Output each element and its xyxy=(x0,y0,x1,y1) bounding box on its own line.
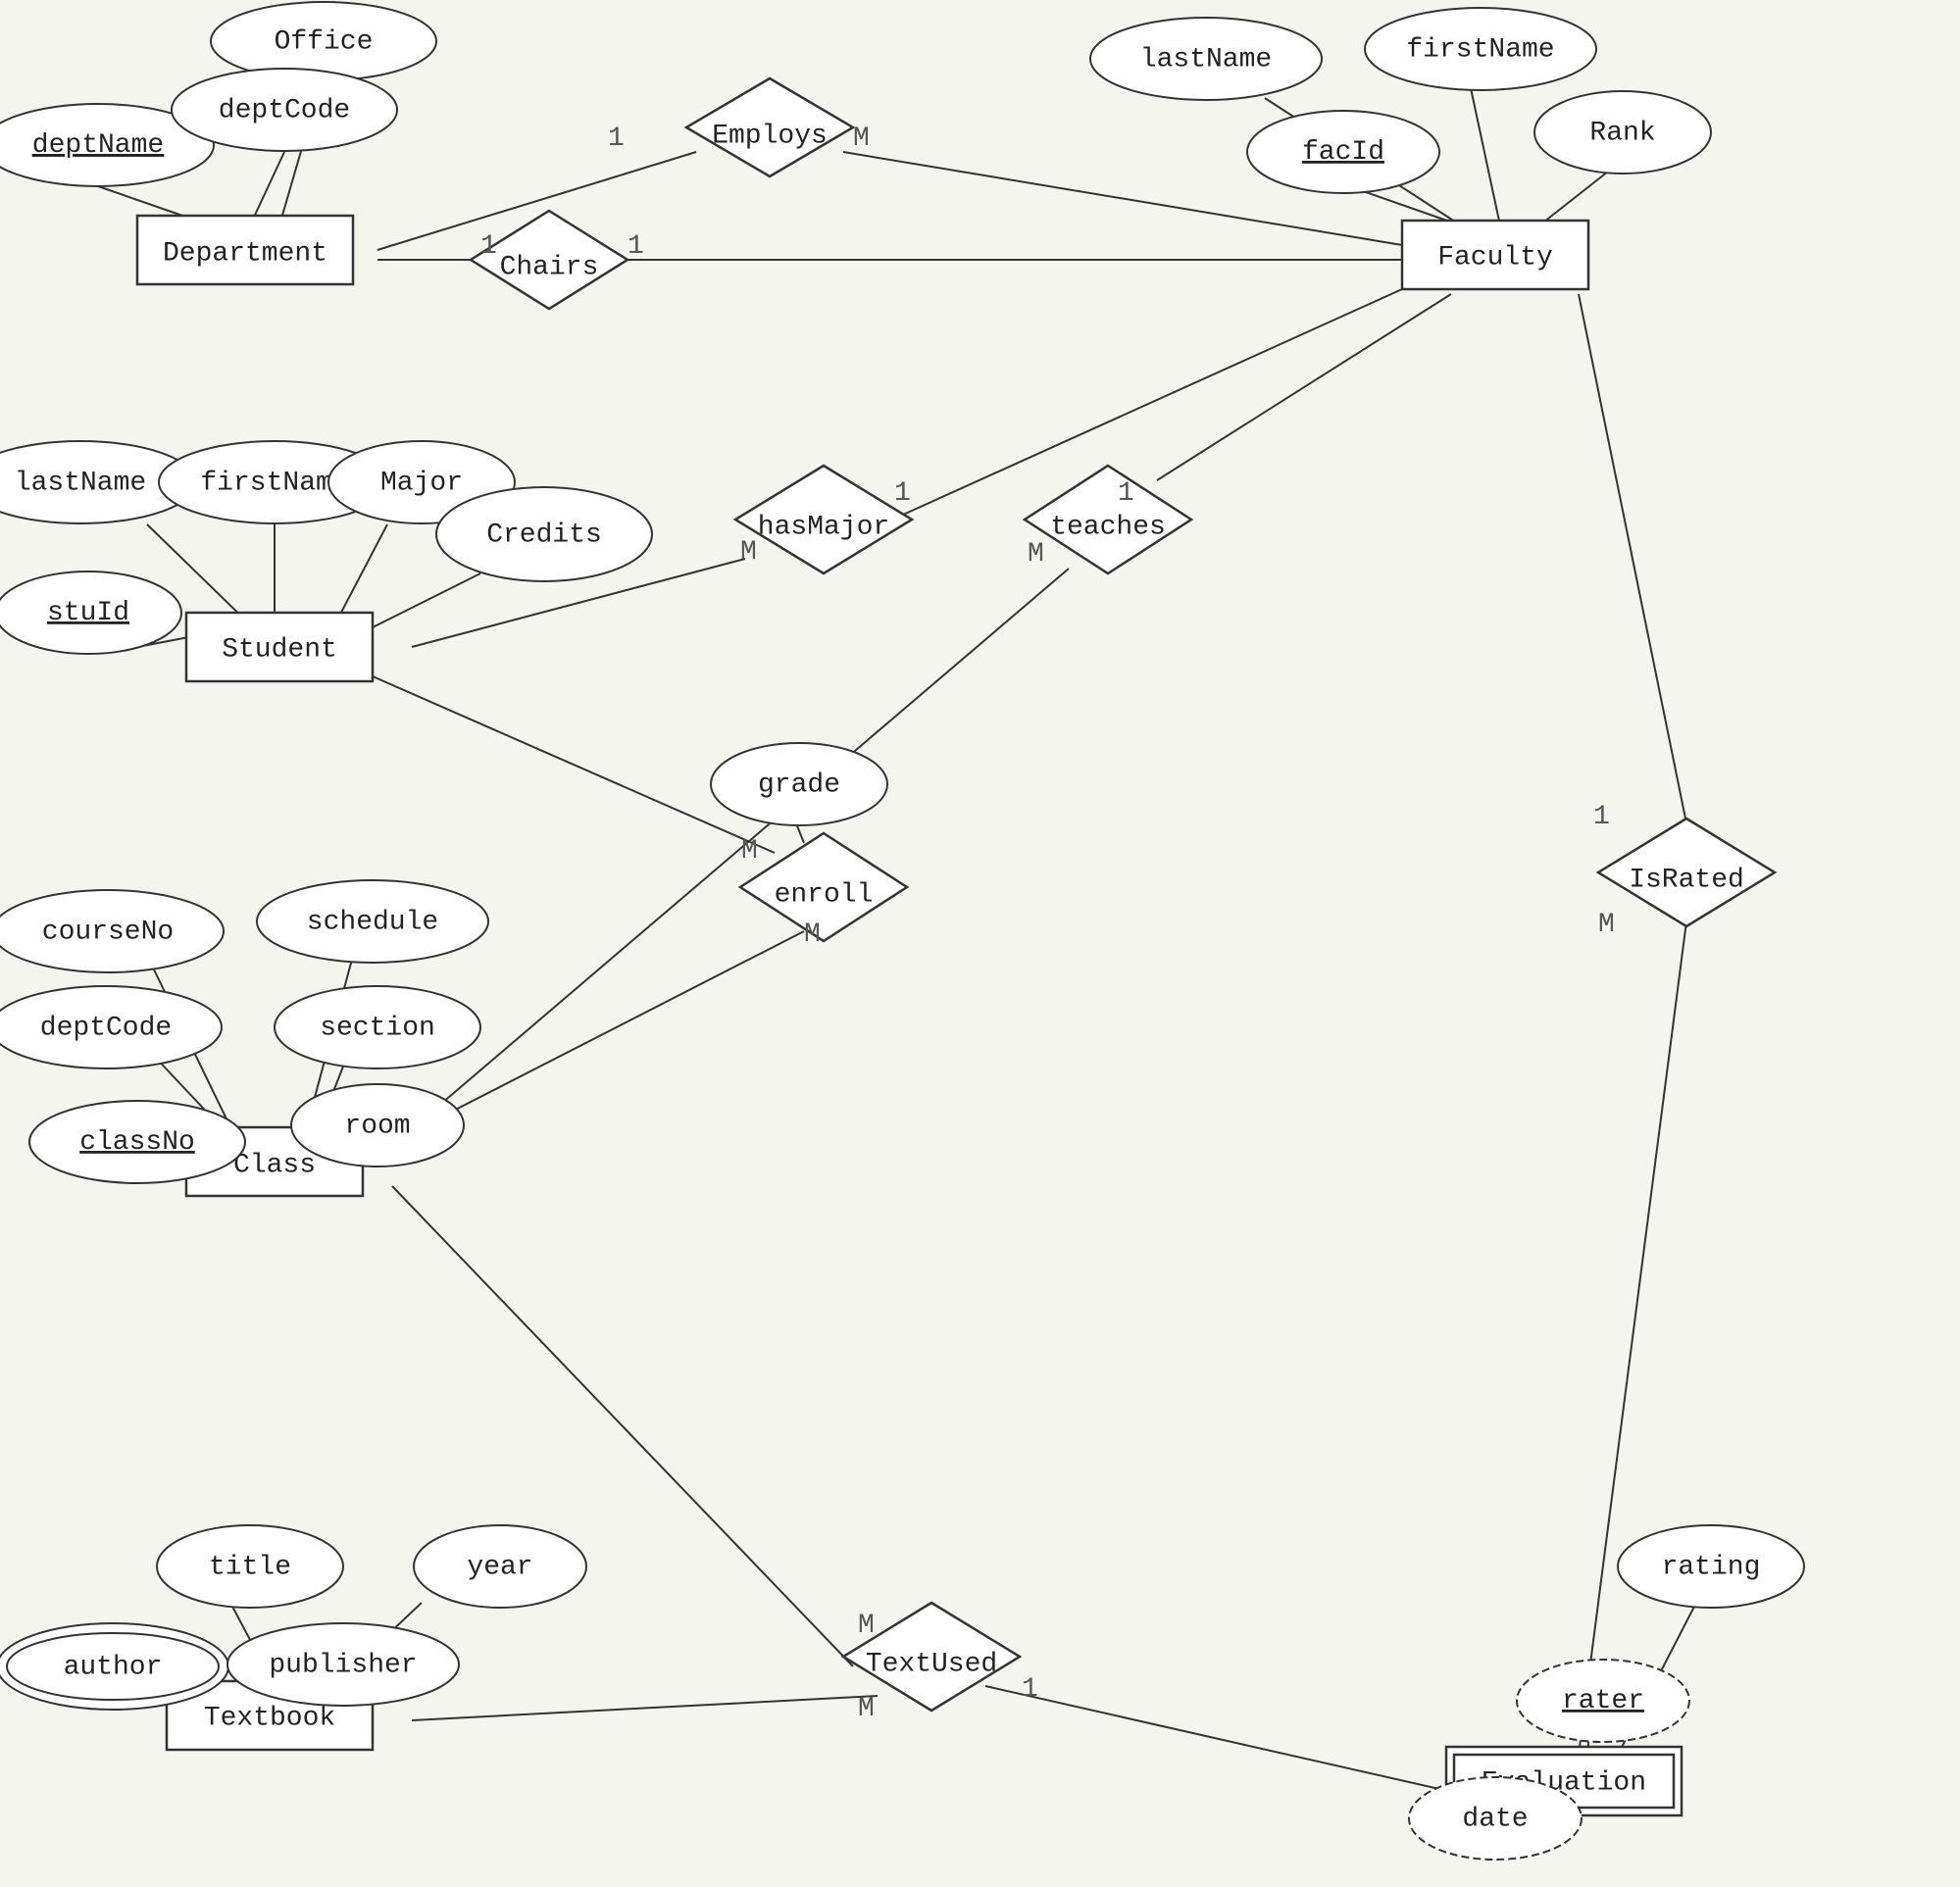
deptname-label: deptName xyxy=(32,130,164,161)
department-label: Department xyxy=(163,238,327,269)
israted-card-1: 1 xyxy=(1593,802,1610,832)
enroll-card-m2: M xyxy=(804,919,821,950)
chairs-label: Chairs xyxy=(500,252,599,282)
teaches-card-m: M xyxy=(1028,539,1044,570)
stuid-label: stuId xyxy=(47,598,129,628)
enroll-card-m1: M xyxy=(741,836,758,867)
credits-label: Credits xyxy=(486,520,602,550)
publisher-label: publisher xyxy=(269,1650,417,1680)
textused-card-m1: M xyxy=(858,1611,875,1641)
rank-label: Rank xyxy=(1589,118,1655,148)
student-label: Student xyxy=(222,634,337,665)
textused-card-1: 1 xyxy=(1022,1674,1038,1705)
textused-label: TextUsed xyxy=(866,1649,997,1679)
lastname-fac-label: lastName xyxy=(1140,44,1272,74)
author-label: author xyxy=(64,1652,163,1682)
deptcode-dept-label: deptCode xyxy=(219,95,350,125)
textused-card-m2: M xyxy=(858,1694,875,1724)
classno-label: classNo xyxy=(79,1127,195,1158)
chairs-card-1b: 1 xyxy=(628,231,644,262)
textbook-label: Textbook xyxy=(204,1703,335,1733)
date-label: date xyxy=(1462,1804,1528,1834)
title-label: title xyxy=(209,1552,291,1582)
facid-label: facId xyxy=(1302,137,1384,168)
chairs-card-1a: 1 xyxy=(480,231,497,262)
year-label: year xyxy=(467,1552,532,1582)
employs-card-1: 1 xyxy=(608,124,625,154)
section-label: section xyxy=(320,1013,435,1043)
israted-label: IsRated xyxy=(1629,865,1744,895)
schedule-label: schedule xyxy=(307,907,438,937)
teaches-label: teaches xyxy=(1050,512,1166,542)
office-label: Office xyxy=(275,26,374,57)
teaches-card-1: 1 xyxy=(1118,478,1134,509)
employs-label: Employs xyxy=(712,121,828,151)
enroll-label: enroll xyxy=(775,879,874,910)
grade-label: grade xyxy=(758,770,840,800)
rating-label: rating xyxy=(1662,1552,1761,1582)
lastname-stu-label: lastName xyxy=(15,468,146,498)
firstname-stu-label: firstName xyxy=(200,468,348,498)
room-label: room xyxy=(344,1111,410,1141)
class-label: Class xyxy=(233,1150,316,1180)
employs-card-m: M xyxy=(853,124,870,154)
deptcode-cls-label: deptCode xyxy=(40,1013,172,1043)
hasmajor-card-1: 1 xyxy=(894,478,911,509)
courseno-label: courseNo xyxy=(42,917,174,947)
israted-card-m: M xyxy=(1598,910,1615,940)
rater-label: rater xyxy=(1562,1686,1644,1716)
major-label: Major xyxy=(380,468,463,498)
hasmajor-card-m: M xyxy=(740,537,757,568)
firstname-fac-label: firstName xyxy=(1406,34,1554,65)
faculty-label: Faculty xyxy=(1437,242,1553,273)
hasmajor-label: hasMajor xyxy=(758,512,889,542)
